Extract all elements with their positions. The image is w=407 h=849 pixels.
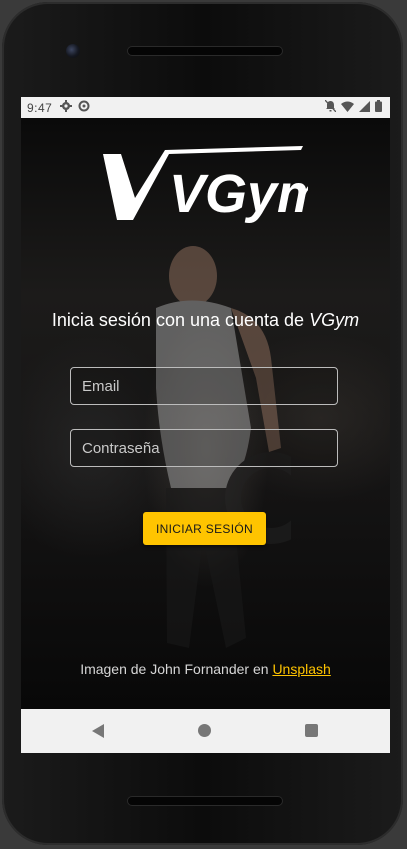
top-speaker <box>128 47 282 55</box>
password-field[interactable] <box>70 429 338 467</box>
gear-icon <box>60 100 73 115</box>
login-button[interactable]: INICIAR SESIÓN <box>143 512 266 545</box>
screen: 9:47 VGy Inicia sesión con una cuenta de… <box>21 97 390 753</box>
back-icon[interactable] <box>91 723 105 744</box>
login-headline: Inicia sesión con una cuenta de VGym <box>21 310 390 331</box>
mute-icon <box>324 99 337 115</box>
data-saver-icon <box>78 100 90 115</box>
status-bar: 9:47 <box>21 97 390 118</box>
status-time: 9:47 <box>27 100 53 115</box>
headline-brand: VGym <box>309 310 360 330</box>
email-input[interactable] <box>71 368 337 404</box>
home-icon[interactable] <box>198 724 211 737</box>
bottom-speaker <box>128 797 282 805</box>
unsplash-link[interactable]: Unsplash <box>272 661 330 677</box>
login-background: VGym Inicia sesión con una cuenta de VGy… <box>21 118 390 709</box>
navigation-bar <box>21 709 390 753</box>
email-field[interactable] <box>70 367 338 405</box>
phone-frame: 9:47 VGy Inicia sesión con una cuenta de… <box>2 2 403 845</box>
photo-credit: Imagen de John Fornander en Unsplash <box>21 661 390 677</box>
recents-icon[interactable] <box>305 724 318 737</box>
front-camera <box>66 44 80 58</box>
credit-text: Imagen de John Fornander en <box>80 661 269 677</box>
password-input[interactable] <box>71 430 337 466</box>
wifi-icon <box>341 101 354 115</box>
svg-text:VGym: VGym <box>169 164 308 224</box>
battery-icon <box>375 100 382 115</box>
signal-icon <box>359 100 370 115</box>
vgym-logo: VGym <box>103 146 308 224</box>
headline-text: Inicia sesión con una cuenta de <box>51 310 305 330</box>
